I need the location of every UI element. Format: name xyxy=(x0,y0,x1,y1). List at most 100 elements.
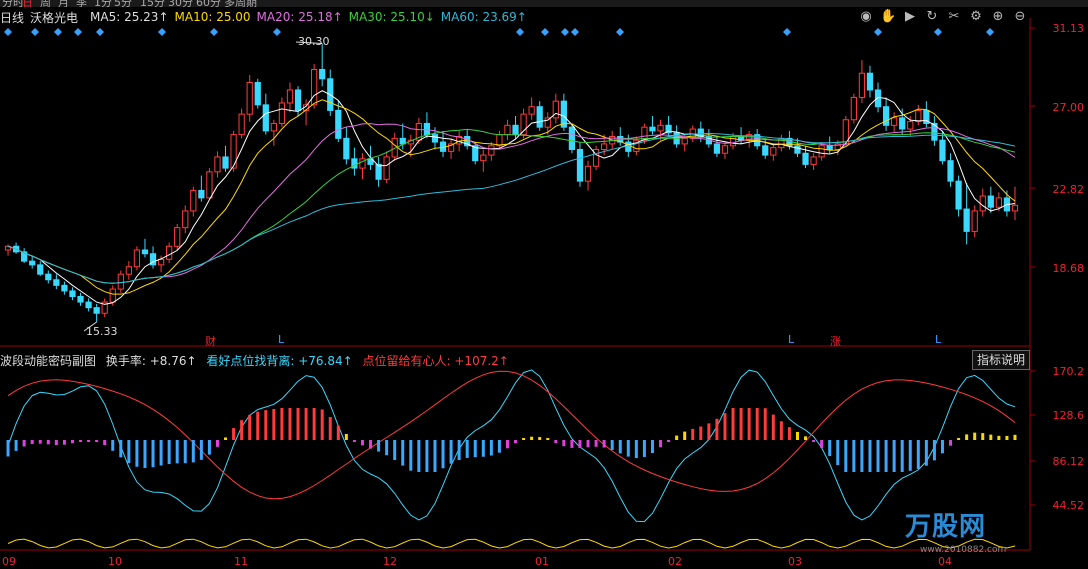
event-marker[interactable]: L xyxy=(278,333,284,346)
candle-body xyxy=(45,273,52,281)
candle-body xyxy=(601,143,608,151)
candle-body xyxy=(762,145,769,156)
candle-body xyxy=(85,301,92,309)
event-marker[interactable]: 涨 xyxy=(830,333,841,349)
histogram-bar xyxy=(795,431,799,440)
histogram-bar xyxy=(940,440,944,454)
histogram-bar xyxy=(924,440,928,466)
histogram-bar xyxy=(6,440,10,457)
histogram-bar xyxy=(224,437,228,440)
candlestick-chart[interactable] xyxy=(0,0,1088,569)
indicator-help-button[interactable]: 指标说明 xyxy=(972,350,1030,370)
histogram-bar xyxy=(618,440,622,454)
candle-body xyxy=(544,117,551,128)
signal-diamond xyxy=(74,28,82,36)
histogram-bar xyxy=(409,440,413,471)
histogram-bar xyxy=(514,440,518,444)
histogram-bar xyxy=(812,440,816,442)
histogram-bar xyxy=(336,425,340,440)
x-axis-label: 02 xyxy=(668,555,682,568)
signal-diamond xyxy=(96,28,104,36)
histogram-bar xyxy=(626,440,630,457)
histogram-bar xyxy=(296,408,300,440)
histogram-bar xyxy=(240,420,244,440)
candle-body xyxy=(125,266,132,275)
histogram-bar xyxy=(804,436,808,440)
histogram-bar xyxy=(232,428,236,440)
candle-body xyxy=(423,122,431,136)
price-axis-label: 27.00 xyxy=(1052,101,1085,114)
histogram-bar xyxy=(981,433,985,440)
histogram-bar xyxy=(836,440,840,466)
candle-body xyxy=(528,106,535,115)
candle-body xyxy=(141,249,149,255)
histogram-bar xyxy=(87,440,91,442)
histogram-bar xyxy=(248,414,252,440)
candle-body xyxy=(117,273,124,290)
sub-axis-label: 170.2 xyxy=(1052,365,1085,378)
histogram-bar xyxy=(675,435,679,440)
candle-body xyxy=(866,72,874,91)
histogram-bar xyxy=(127,440,131,464)
histogram-bar xyxy=(103,440,107,446)
histogram-bar xyxy=(667,440,671,442)
histogram-bar xyxy=(167,440,171,465)
histogram-bar xyxy=(280,408,284,440)
x-axis-label: 11 xyxy=(234,555,248,568)
candle-body xyxy=(971,210,978,232)
candle-body xyxy=(891,117,898,126)
event-marker[interactable]: 财 xyxy=(205,333,216,349)
histogram-bar xyxy=(723,413,727,440)
candle-body xyxy=(198,189,205,199)
price-axis-label: 22.82 xyxy=(1052,183,1085,196)
sub-axis-label: 128.6 xyxy=(1052,409,1085,422)
histogram-bar xyxy=(1005,435,1009,440)
histogram-bar xyxy=(642,440,646,457)
histogram-bar xyxy=(135,440,139,467)
histogram-bar xyxy=(787,427,791,440)
candle-body xyxy=(37,264,44,275)
candle-body xyxy=(576,149,584,182)
candle-body xyxy=(488,145,495,156)
histogram-bar xyxy=(143,440,147,468)
histogram-bar xyxy=(175,440,179,464)
histogram-bar xyxy=(22,440,26,447)
candle-body xyxy=(987,195,994,208)
histogram-bar xyxy=(505,440,509,449)
histogram-bar xyxy=(908,440,912,471)
histogram-bar xyxy=(393,440,397,461)
histogram-bar xyxy=(215,440,219,447)
histogram-bar xyxy=(457,440,461,461)
signal-diamond xyxy=(4,28,12,36)
candle-body xyxy=(77,296,84,303)
histogram-bar xyxy=(191,440,195,463)
histogram-bar xyxy=(449,440,453,464)
event-marker[interactable]: L xyxy=(788,333,794,346)
histogram-bar xyxy=(949,440,953,446)
histogram-bar xyxy=(699,426,703,440)
histogram-bar xyxy=(570,440,574,448)
histogram-bar xyxy=(747,408,751,440)
candle-body xyxy=(584,165,592,182)
buy-point-value: 看好点位找背离: +76.84↑ xyxy=(206,354,353,368)
candle-body xyxy=(375,163,382,180)
signal-diamond xyxy=(210,28,218,36)
candle-body xyxy=(625,141,632,152)
histogram-bar xyxy=(264,410,268,440)
histogram-bar xyxy=(691,428,695,440)
signal-diamond xyxy=(561,28,569,36)
candle-body xyxy=(335,109,342,139)
candle-body xyxy=(431,134,439,143)
histogram-bar xyxy=(95,440,99,442)
candle-body xyxy=(858,72,866,98)
candle-body xyxy=(278,102,286,124)
candle-body xyxy=(1011,204,1019,212)
histogram-bar xyxy=(352,440,356,442)
histogram-bar xyxy=(481,440,485,457)
histogram-bar xyxy=(207,440,211,455)
candle-body xyxy=(61,284,68,292)
histogram-bar xyxy=(739,408,743,440)
histogram-bar xyxy=(586,440,590,448)
event-marker[interactable]: L xyxy=(935,333,941,346)
histogram-bar xyxy=(731,408,735,440)
